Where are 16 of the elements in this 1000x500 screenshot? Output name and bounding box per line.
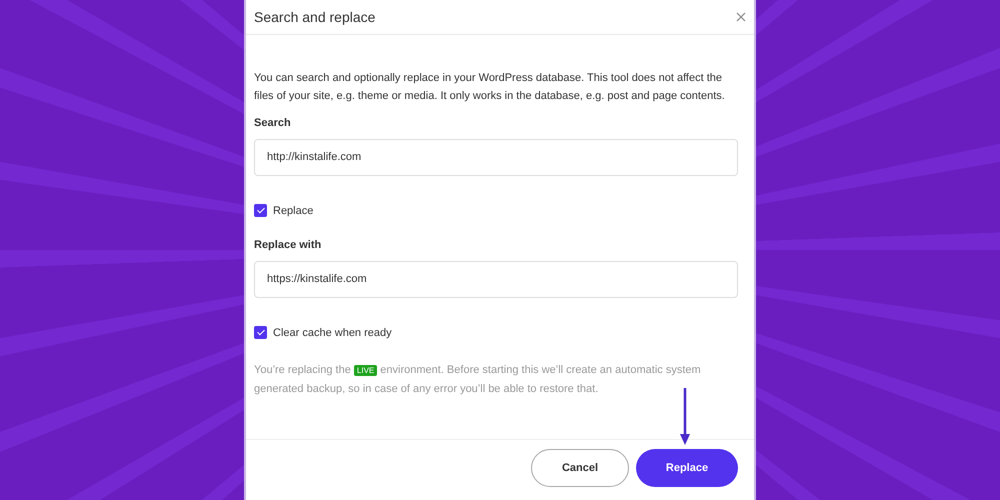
- checkbox-label: Replace: [273, 204, 314, 218]
- close-icon[interactable]: [736, 12, 746, 22]
- checkbox[interactable]: [254, 326, 267, 340]
- checkbox[interactable]: [254, 204, 267, 218]
- description-text: You can search and optionally replace in your WordPress database. This tool does not affect the files of your site, e.g. theme or media. It only works in the database, e.g. post and page contents.: [254, 71, 726, 104]
- dialog-title: Search and replace: [254, 8, 376, 27]
- notice-text: You’re replacing the LIVE environment. Before starting this we’ll create an automatic system generated backup, so in case of any error you’ll be able to restore that.: [254, 363, 702, 397]
- input-field[interactable]: https://kinstalife.com: [254, 260, 738, 298]
- arrow-drawing: [679, 388, 691, 446]
- field-label: Replace with: [254, 238, 322, 253]
- replace-button[interactable]: Replace: [636, 449, 738, 487]
- field-label: Search: [254, 116, 291, 131]
- cancel-button[interactable]: Cancel: [531, 449, 629, 487]
- live-badge: LIVE: [354, 365, 378, 376]
- input-field[interactable]: http://kinstalife.com: [254, 138, 738, 176]
- checkbox-label: Clear cache when ready: [273, 326, 392, 340]
